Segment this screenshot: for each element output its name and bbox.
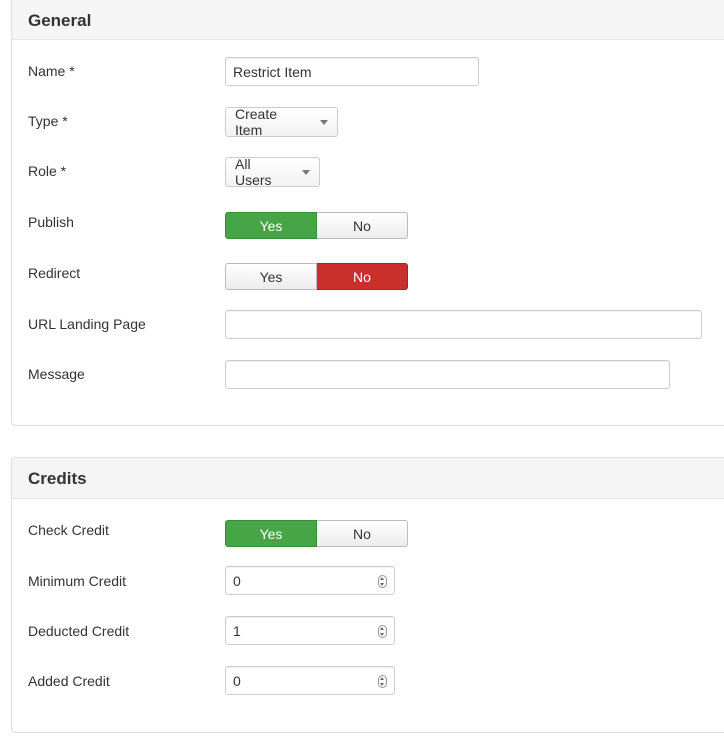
- name-label: Name *: [28, 63, 75, 79]
- role-label: Role *: [28, 163, 67, 179]
- role-select[interactable]: All Users: [225, 156, 320, 188]
- type-label: Type *: [28, 113, 68, 129]
- credits-panel-title: Credits: [28, 469, 87, 488]
- minimum-credit-label: Minimum Credit: [28, 573, 127, 589]
- check-credit-toggle: Yes No: [225, 520, 408, 547]
- check-credit-no-button[interactable]: No: [317, 520, 408, 547]
- type-select-value: Create Item: [235, 106, 278, 138]
- check-credit-label: Check Credit: [28, 522, 109, 538]
- spinner-icon[interactable]: [378, 625, 387, 638]
- publish-label: Publish: [28, 214, 74, 230]
- spinner-icon[interactable]: [378, 575, 387, 588]
- redirect-label: Redirect: [28, 265, 81, 281]
- publish-yes-button[interactable]: Yes: [225, 212, 317, 239]
- publish-no-button[interactable]: No: [317, 212, 408, 239]
- redirect-toggle: Yes No: [225, 263, 408, 290]
- general-panel-header: General: [12, 0, 724, 40]
- name-input[interactable]: [225, 57, 479, 86]
- redirect-no-button[interactable]: No: [317, 263, 408, 290]
- publish-toggle: Yes No: [225, 212, 408, 239]
- deducted-credit-input[interactable]: 1: [225, 616, 395, 645]
- message-input[interactable]: [225, 360, 670, 389]
- minimum-credit-input[interactable]: 0: [225, 566, 395, 595]
- spinner-icon[interactable]: [378, 675, 387, 688]
- general-panel-title: General: [28, 11, 92, 30]
- added-credit-input[interactable]: 0: [225, 666, 395, 695]
- deducted-credit-value: 1: [233, 623, 241, 639]
- added-credit-label: Added Credit: [28, 673, 110, 689]
- type-select[interactable]: Create Item: [225, 106, 338, 138]
- minimum-credit-value: 0: [233, 573, 241, 589]
- added-credit-value: 0: [233, 673, 241, 689]
- redirect-yes-button[interactable]: Yes: [225, 263, 317, 290]
- role-select-value: All Users: [235, 156, 272, 188]
- message-label: Message: [28, 366, 85, 382]
- check-credit-yes-button[interactable]: Yes: [225, 520, 317, 547]
- url-landing-page-label: URL Landing Page: [28, 316, 146, 332]
- url-landing-page-input[interactable]: [225, 310, 702, 339]
- chevron-down-icon: [320, 119, 328, 125]
- credits-panel-header: Credits: [12, 458, 724, 499]
- chevron-down-icon: [302, 169, 310, 175]
- deducted-credit-label: Deducted Credit: [28, 623, 130, 639]
